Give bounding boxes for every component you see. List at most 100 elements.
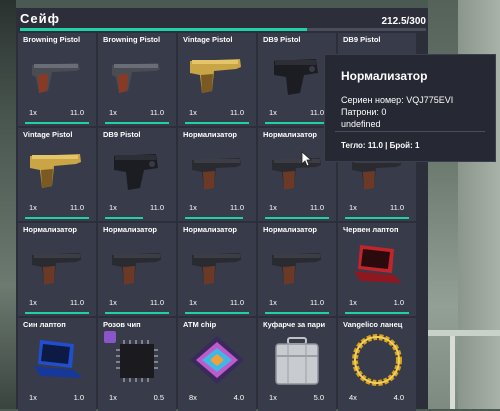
background-left bbox=[0, 0, 16, 409]
background-rail bbox=[428, 330, 500, 336]
item-quantity: 1x bbox=[109, 203, 117, 212]
item-name: DB9 Pistol bbox=[263, 35, 301, 44]
item-quantity: 1x bbox=[29, 298, 37, 307]
inventory-slot[interactable]: Нормализатор 1x 11.0 bbox=[258, 223, 336, 316]
pistol-black-icon bbox=[106, 142, 168, 198]
item-weight: 11.0 bbox=[309, 203, 324, 212]
tooltip-ammo: Патрони: 0 bbox=[341, 107, 387, 117]
pistol-normalizer-icon bbox=[266, 142, 328, 198]
item-quantity: 8x bbox=[189, 393, 197, 402]
item-weight: 5.0 bbox=[313, 393, 324, 402]
capacity-bar bbox=[20, 28, 426, 31]
durability-bar bbox=[265, 217, 329, 219]
pistol-brown-icon bbox=[26, 47, 88, 103]
inventory-slot[interactable]: Нормализатор 1x 11.0 bbox=[178, 223, 256, 316]
item-name: DB9 Pistol bbox=[343, 35, 381, 44]
item-quantity: 1x bbox=[189, 203, 197, 212]
item-weight: 11.0 bbox=[149, 298, 164, 307]
pistol-gold-icon bbox=[186, 47, 248, 103]
item-weight: 11.0 bbox=[69, 203, 84, 212]
item-quantity: 1x bbox=[269, 298, 277, 307]
item-weight: 11.0 bbox=[149, 203, 164, 212]
pistol-normalizer-icon bbox=[26, 237, 88, 293]
item-weight: 4.0 bbox=[233, 393, 244, 402]
pistol-normalizer-icon bbox=[106, 237, 168, 293]
durability-bar bbox=[265, 122, 329, 124]
tooltip-extra: undefined bbox=[341, 119, 381, 129]
item-weight: 1.0 bbox=[393, 298, 404, 307]
pistol-normalizer-icon bbox=[186, 142, 248, 198]
durability-bar bbox=[25, 312, 89, 314]
item-name: ATM chip bbox=[183, 320, 217, 329]
item-name: Син лаптоп bbox=[23, 320, 66, 329]
durability-bar bbox=[185, 217, 243, 219]
inventory-slot[interactable]: Розов чип 1x 0.5 bbox=[98, 318, 176, 411]
item-weight: 11.0 bbox=[309, 298, 324, 307]
item-quantity: 4x bbox=[349, 393, 357, 402]
item-name: Нормализатор bbox=[263, 225, 318, 234]
item-name: Червен лаптоп bbox=[343, 225, 399, 234]
inventory-slot[interactable]: Browning Pistol 1x 11.0 bbox=[98, 33, 176, 126]
inventory-slot[interactable]: Нормализатор 1x 11.0 bbox=[18, 223, 96, 316]
durability-bar bbox=[345, 217, 409, 219]
inventory-slot[interactable]: Нормализатор 1x 11.0 bbox=[98, 223, 176, 316]
item-quantity: 1x bbox=[29, 393, 37, 402]
item-name: Нормализатор bbox=[103, 225, 158, 234]
tooltip-divider bbox=[335, 131, 485, 132]
inventory-slot[interactable]: Vangelico ланец 4x 4.0 bbox=[338, 318, 416, 411]
background-post bbox=[450, 336, 455, 409]
briefcase-icon bbox=[266, 332, 328, 388]
panel-title: Сейф bbox=[20, 11, 60, 26]
inventory-slot[interactable]: ATM chip 8x 4.0 bbox=[178, 318, 256, 411]
inventory-slot[interactable]: DB9 Pistol 1x 11.0 bbox=[98, 128, 176, 221]
inventory-slot[interactable]: Нормализатор 1x 11.0 bbox=[178, 128, 256, 221]
item-quantity: 1x bbox=[349, 298, 357, 307]
durability-bar bbox=[25, 122, 89, 124]
item-weight: 11.0 bbox=[149, 108, 164, 117]
pistol-black-icon bbox=[266, 47, 328, 103]
pistol-normalizer-icon bbox=[186, 237, 248, 293]
tooltip-serial: Сериен номер: VQJ775EVI bbox=[341, 95, 454, 105]
item-quantity: 1x bbox=[349, 203, 357, 212]
durability-bar bbox=[25, 217, 89, 219]
atm-chip-icon bbox=[186, 332, 248, 388]
inventory-slot[interactable]: Vintage Pistol 1x 11.0 bbox=[178, 33, 256, 126]
item-weight: 11.0 bbox=[389, 203, 404, 212]
item-name: Browning Pistol bbox=[23, 35, 81, 44]
item-weight: 11.0 bbox=[309, 108, 324, 117]
item-name: Vintage Pistol bbox=[183, 35, 233, 44]
item-name: Розов чип bbox=[103, 320, 141, 329]
inventory-slot[interactable]: Червен лаптоп 1x 1.0 bbox=[338, 223, 416, 316]
tooltip-item-name: Нормализатор bbox=[341, 69, 428, 83]
item-weight: 11.0 bbox=[229, 298, 244, 307]
durability-bar bbox=[105, 122, 169, 124]
pistol-brown-icon bbox=[106, 47, 168, 103]
item-name: Нормализатор bbox=[183, 130, 238, 139]
item-name: Browning Pistol bbox=[103, 35, 161, 44]
pistol-gold-icon bbox=[26, 142, 88, 198]
durability-bar bbox=[105, 312, 169, 314]
item-weight: 11.0 bbox=[229, 108, 244, 117]
item-quantity: 1x bbox=[269, 393, 277, 402]
item-name: Куфарче за пари bbox=[263, 320, 326, 329]
blue-laptop-icon bbox=[26, 332, 88, 388]
inventory-slot[interactable]: Куфарче за пари 1x 5.0 bbox=[258, 318, 336, 411]
item-name: Нормализатор bbox=[23, 225, 78, 234]
inventory-slot[interactable]: Син лаптоп 1x 1.0 bbox=[18, 318, 96, 411]
item-quantity: 1x bbox=[109, 108, 117, 117]
item-weight: 11.0 bbox=[69, 108, 84, 117]
tooltip-footer: Тегло: 11.0 | Брой: 1 bbox=[341, 141, 420, 150]
item-quantity: 1x bbox=[109, 298, 117, 307]
red-laptop-icon bbox=[346, 237, 408, 293]
item-quantity: 1x bbox=[109, 393, 117, 402]
inventory-slot[interactable]: Vintage Pistol 1x 11.0 bbox=[18, 128, 96, 221]
capacity-bar-fill bbox=[20, 28, 308, 31]
item-quantity: 1x bbox=[189, 298, 197, 307]
item-quantity: 1x bbox=[269, 203, 277, 212]
pistol-normalizer-icon bbox=[266, 237, 328, 293]
inventory-slot[interactable]: Browning Pistol 1x 11.0 bbox=[18, 33, 96, 126]
durability-bar bbox=[265, 312, 329, 314]
item-name: DB9 Pistol bbox=[103, 130, 141, 139]
item-weight: 11.0 bbox=[229, 203, 244, 212]
gold-chain-icon bbox=[346, 332, 408, 388]
